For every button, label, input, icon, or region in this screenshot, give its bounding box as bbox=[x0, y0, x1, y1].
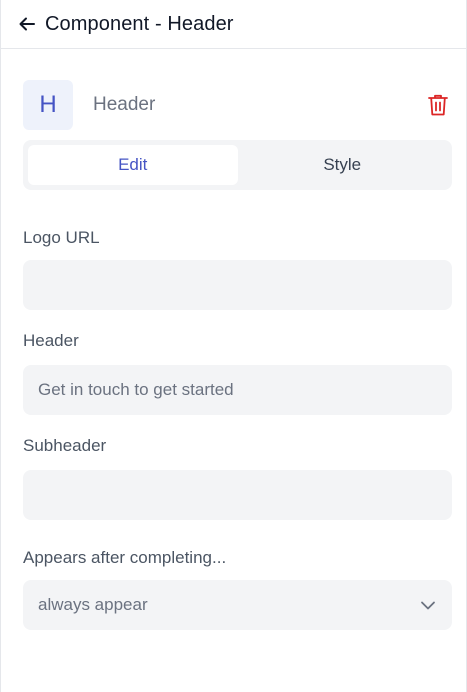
appears-after-select[interactable]: always appear bbox=[23, 580, 452, 630]
component-avatar: H bbox=[23, 80, 73, 130]
arrow-left-icon[interactable] bbox=[17, 14, 37, 34]
component-name: Header bbox=[93, 94, 156, 115]
header-label: Header bbox=[23, 331, 79, 350]
header-input[interactable]: Get in touch to get started bbox=[23, 365, 452, 415]
appears-after-selected-value: always appear bbox=[38, 595, 148, 614]
component-summary: H Header bbox=[23, 80, 450, 130]
logo-url-label: Logo URL bbox=[23, 228, 100, 247]
tab-edit[interactable]: Edit bbox=[28, 145, 238, 185]
panel-title: Component - Header bbox=[45, 12, 234, 35]
subheader-label: Subheader bbox=[23, 436, 107, 455]
editor-tabs: Edit Style bbox=[23, 140, 452, 190]
component-editor-panel: Component - Header H Header Edit Style L… bbox=[0, 0, 467, 692]
trash-icon[interactable] bbox=[426, 93, 450, 117]
header-input-placeholder: Get in touch to get started bbox=[38, 380, 234, 399]
appears-after-label: Appears after completing... bbox=[23, 548, 227, 567]
panel-header: Component - Header bbox=[1, 0, 466, 49]
chevron-down-icon bbox=[419, 596, 437, 614]
subheader-input[interactable] bbox=[23, 470, 452, 520]
logo-url-input[interactable] bbox=[23, 260, 452, 310]
tab-style[interactable]: Style bbox=[238, 145, 448, 185]
